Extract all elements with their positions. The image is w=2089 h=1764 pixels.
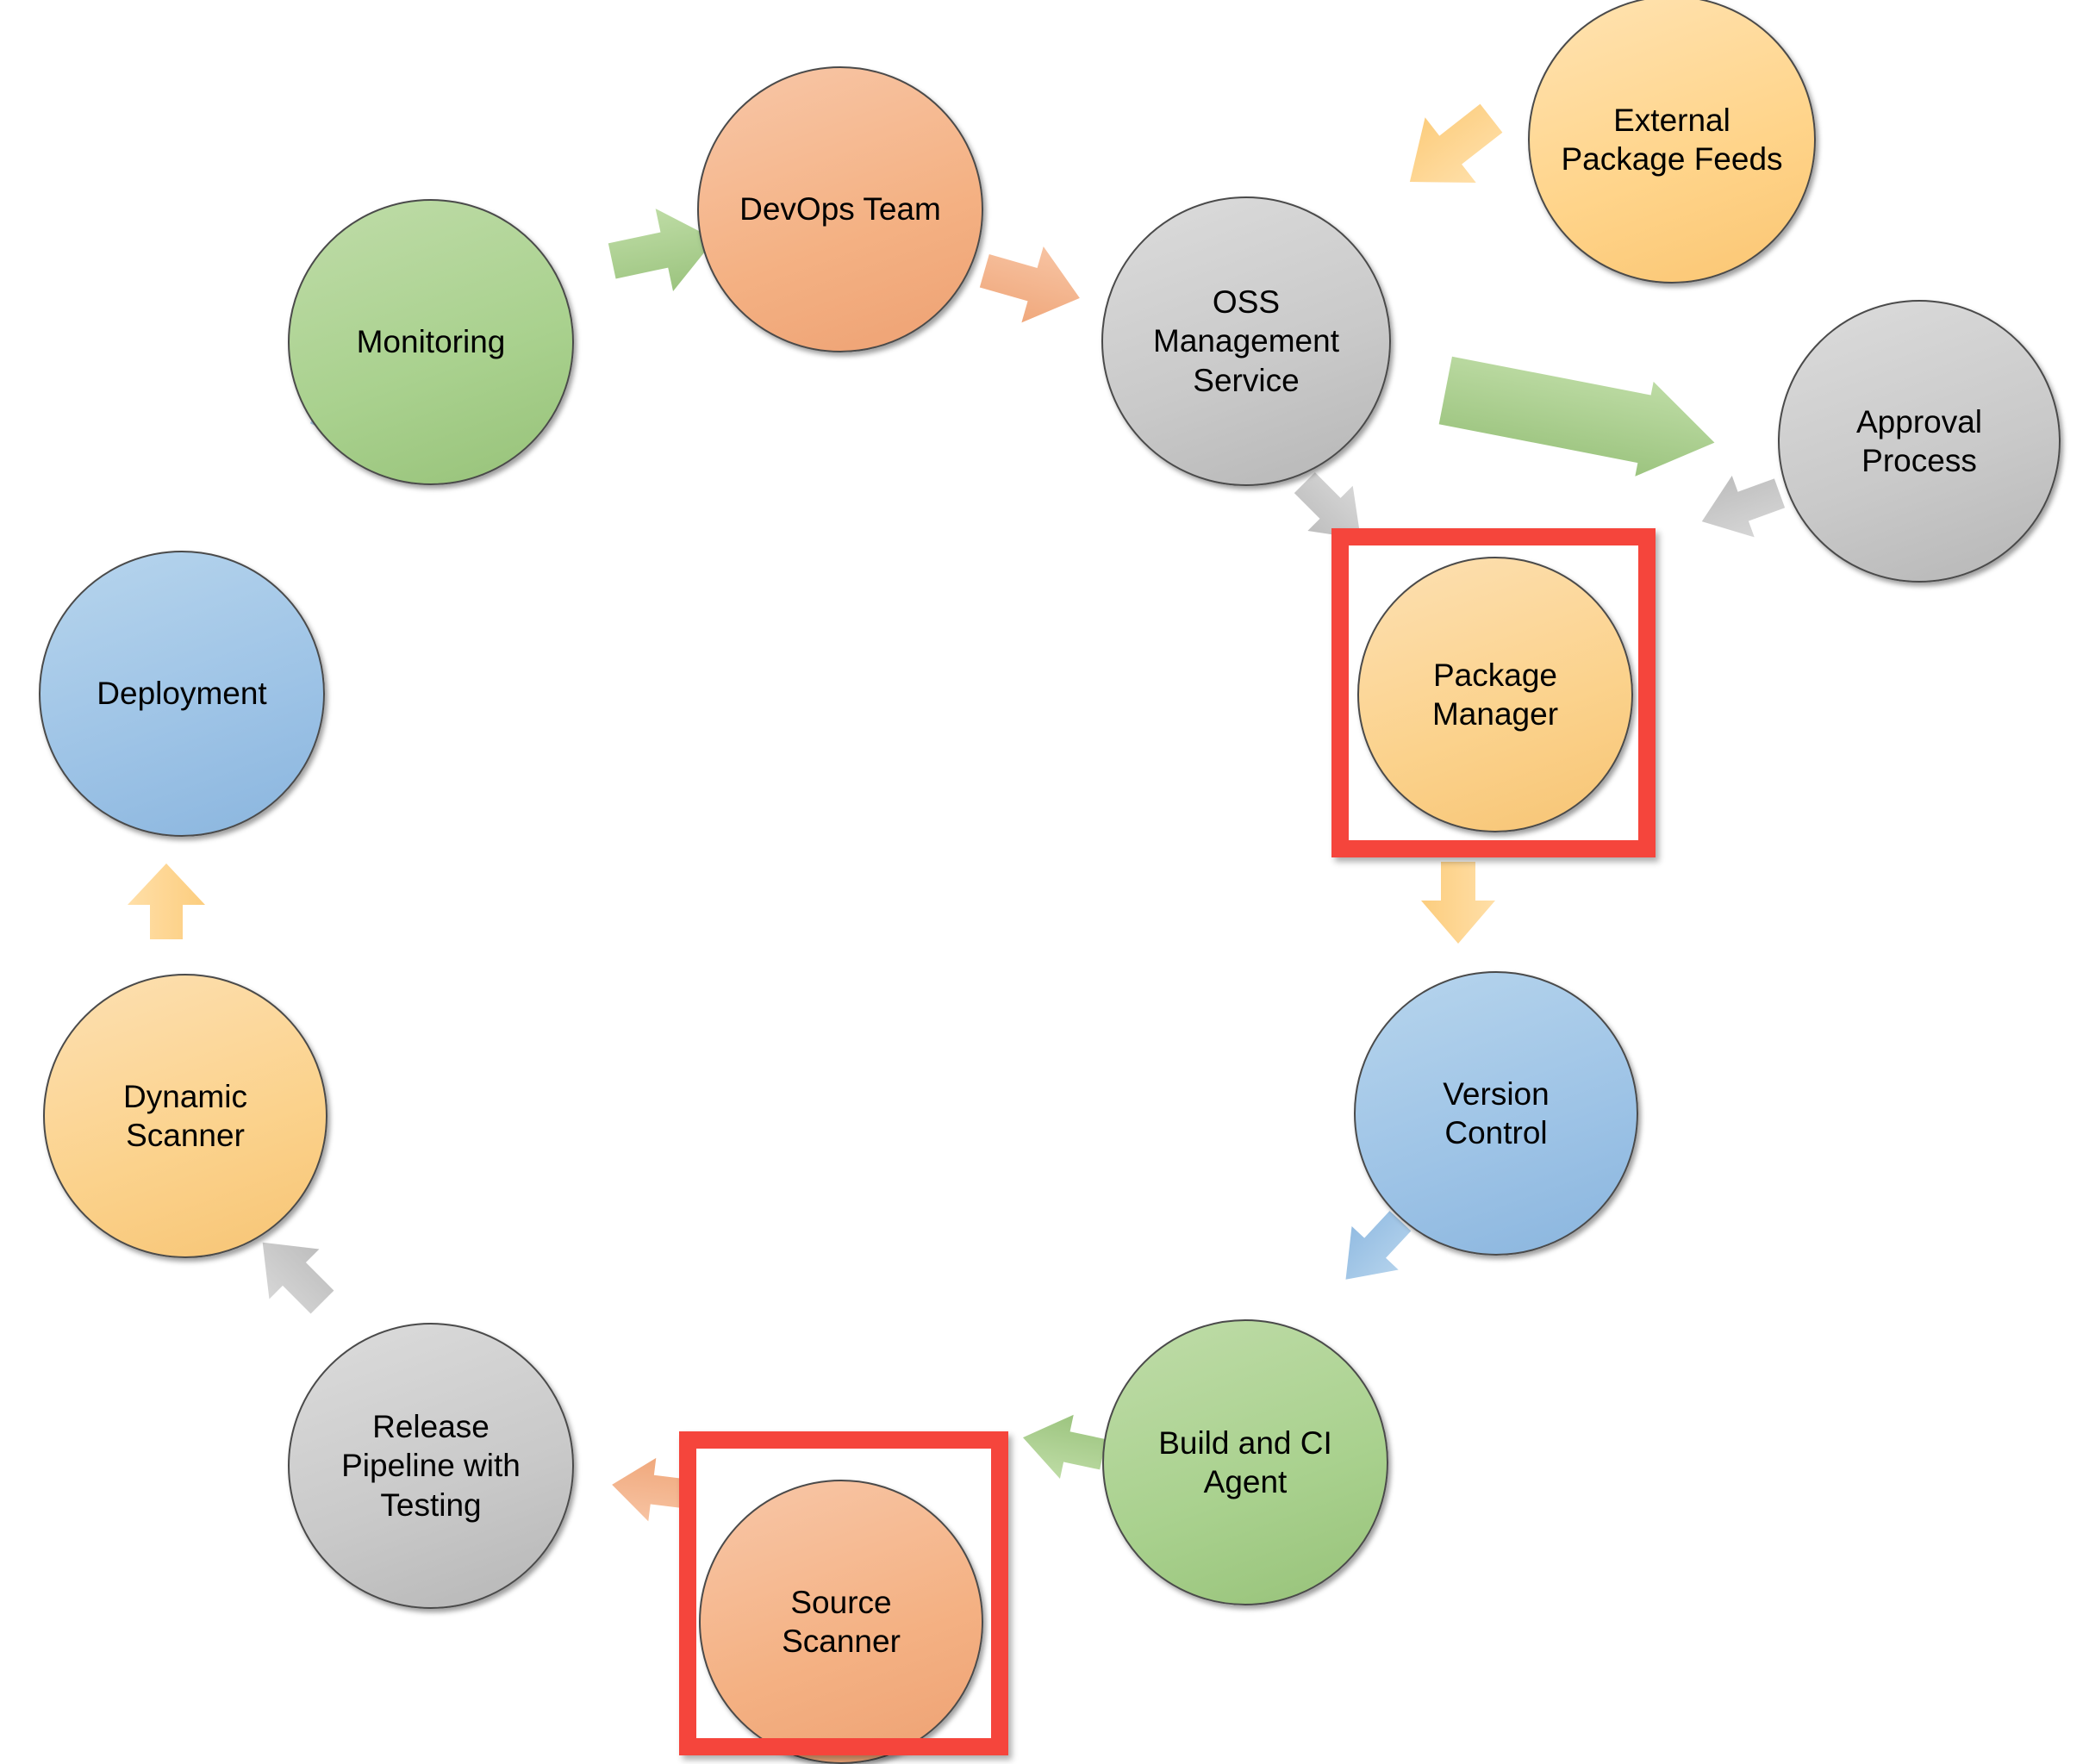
diagram-canvas: Monitoring DevOps Team OSS Management Se…	[0, 0, 2089, 1764]
node-label: Build and CI Agent	[1158, 1424, 1332, 1499]
node-build-and-ci-agent[interactable]: Build and CI Agent	[1102, 1319, 1388, 1605]
node-version-control[interactable]: Version Control	[1354, 971, 1638, 1256]
node-label: Monitoring	[356, 324, 506, 360]
node-oss-management-service[interactable]: OSS Management Service	[1101, 196, 1391, 486]
node-external-package-feeds[interactable]: External Package Feeds	[1528, 0, 1816, 284]
node-label: Version Control	[1443, 1075, 1550, 1150]
node-devops-team[interactable]: DevOps Team	[697, 66, 983, 352]
node-approval-process[interactable]: Approval Process	[1778, 300, 2061, 583]
arrow-approval-to-package-manager	[1701, 475, 1786, 538]
node-deployment[interactable]: Deployment	[39, 551, 325, 837]
arrow-build-ci-to-source-scanner	[1022, 1414, 1107, 1480]
arrow-source-scanner-to-release	[612, 1457, 687, 1522]
node-label: Dynamic Scanner	[123, 1078, 247, 1153]
arrow-package-manager-to-version-control	[1421, 862, 1495, 944]
node-label: Approval Process	[1855, 403, 1983, 478]
node-label: Release Pipeline with Testing	[341, 1409, 521, 1523]
arrow-external-feeds-to-oss	[1409, 103, 1503, 183]
arrow-oss-to-approval	[1438, 356, 1715, 477]
node-label: DevOps Team	[739, 191, 941, 228]
arrow-devops-to-oss	[979, 246, 1080, 323]
node-label: Deployment	[97, 676, 267, 712]
source-scanner-highlight-box	[679, 1431, 1008, 1755]
node-label: OSS Management Service	[1153, 284, 1339, 398]
node-dynamic-scanner[interactable]: Dynamic Scanner	[43, 974, 327, 1258]
arrow-dynamic-scanner-to-deployment	[128, 863, 205, 939]
node-release-pipeline-with-testing[interactable]: Release Pipeline with Testing	[288, 1323, 574, 1609]
node-monitoring[interactable]: Monitoring	[288, 199, 574, 485]
node-label: External Package Feeds	[1561, 102, 1783, 177]
package-manager-highlight-box	[1331, 528, 1656, 857]
